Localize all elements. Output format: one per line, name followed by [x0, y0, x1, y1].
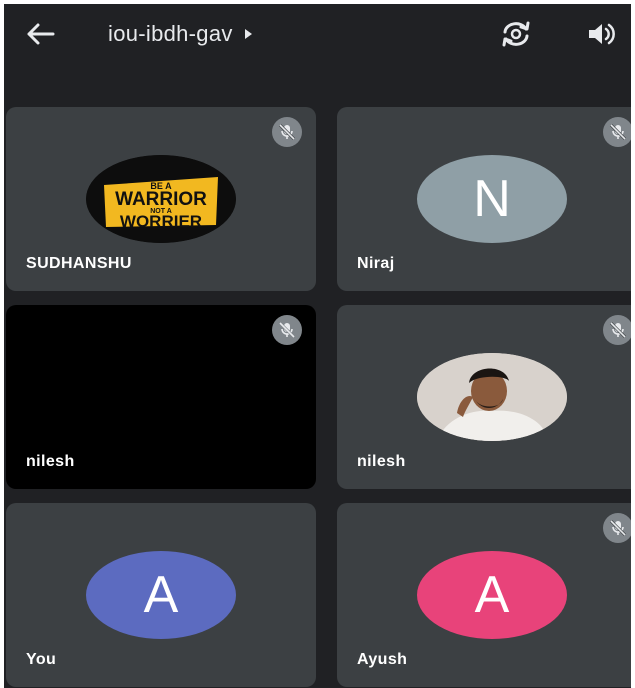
speaker-icon — [589, 23, 615, 45]
mic-off-icon — [609, 519, 627, 537]
switch-camera-button[interactable] — [498, 16, 534, 52]
avatar-initial: A — [417, 551, 567, 639]
avatar-initial: A — [86, 551, 236, 639]
mic-off-indicator — [603, 513, 631, 543]
mic-off-icon — [278, 321, 296, 339]
mic-off-icon — [609, 321, 627, 339]
avatar-initial: N — [417, 155, 567, 243]
participant-name: You — [26, 651, 57, 668]
switch-camera-icon — [502, 21, 530, 47]
participant-tile-nilesh-2[interactable]: nilesh — [337, 305, 631, 489]
meeting-code: iou-ibdh-gav — [108, 21, 233, 46]
mic-off-icon — [609, 123, 627, 141]
warrior-logo-line2: WARRIOR — [115, 189, 207, 210]
participant-name: Ayush — [357, 651, 408, 668]
mic-off-indicator — [272, 117, 302, 147]
participant-name: nilesh — [357, 453, 406, 470]
back-button[interactable] — [22, 16, 58, 52]
participant-name: SUDHANSHU — [26, 255, 132, 272]
avatar-photo — [417, 353, 567, 441]
warrior-logo-image: BE A WARRIOR NOT A WORRIER — [86, 155, 236, 243]
mic-off-indicator — [272, 315, 302, 345]
participant-tile-nilesh-1[interactable]: nilesh — [6, 305, 316, 489]
top-bar: iou-ibdh-gav — [4, 4, 631, 64]
participant-tile-ayush[interactable]: A Ayush — [337, 503, 631, 687]
caret-right-icon — [244, 29, 252, 39]
mic-off-indicator — [603, 117, 631, 147]
participant-name: Niraj — [357, 255, 395, 272]
audio-output-button[interactable] — [584, 16, 620, 52]
participant-name: nilesh — [26, 453, 75, 470]
mic-off-icon — [278, 123, 296, 141]
avatar-warrior-logo: BE A WARRIOR NOT A WORRIER — [86, 155, 236, 243]
warrior-logo-line4: WORRIER — [120, 212, 202, 231]
participant-tile-sudhanshu[interactable]: BE A WARRIOR NOT A WORRIER SUDHANSHU — [6, 107, 316, 291]
participant-tile-niraj[interactable]: N Niraj — [337, 107, 631, 291]
meeting-title[interactable]: iou-ibdh-gav — [108, 18, 252, 50]
participant-tile-you[interactable]: A You — [6, 503, 316, 687]
arrow-left-icon — [27, 23, 55, 45]
mic-off-indicator — [603, 315, 631, 345]
profile-photo-image — [417, 353, 567, 441]
meet-screen: iou-ibdh-gav BE A WARRIOR NOT A WORRIER … — [4, 4, 631, 688]
